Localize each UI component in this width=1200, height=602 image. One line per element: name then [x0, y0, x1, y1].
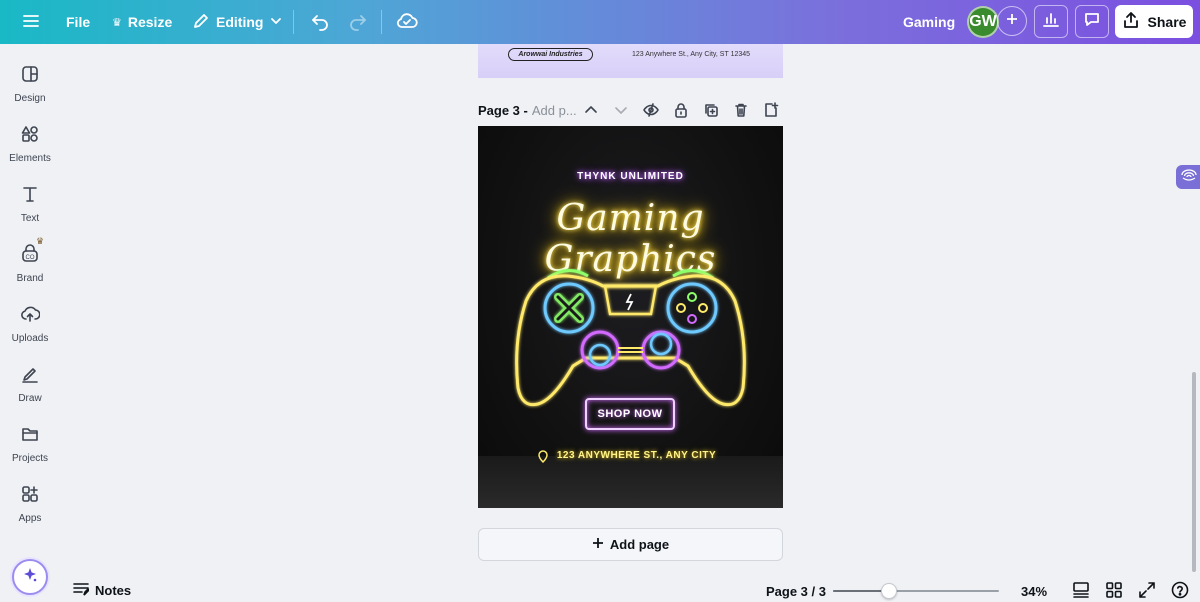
crown-icon: ♛ — [112, 16, 122, 29]
sparkle-icon — [21, 566, 39, 589]
chevron-down-icon — [269, 14, 283, 31]
file-label: File — [66, 14, 91, 30]
previous-page-preview[interactable]: Arowwai Industries 123 Anywhere St., Any… — [478, 44, 783, 78]
company-name: Arowwai Industries — [518, 51, 583, 58]
sidebar-item-label: Draw — [18, 393, 42, 404]
page-title-input[interactable]: Add p... — [532, 103, 577, 118]
trash-icon[interactable] — [733, 102, 749, 118]
hide-page-icon[interactable] — [643, 102, 659, 118]
sidebar-item-projects[interactable]: Projects — [0, 414, 60, 466]
fullscreen-icon[interactable] — [1138, 581, 1156, 599]
apps-icon — [20, 484, 40, 507]
notes-button[interactable]: Notes — [73, 582, 131, 599]
sidebar-item-label: Uploads — [11, 333, 49, 344]
side-panel-tab[interactable] — [1176, 165, 1200, 189]
design-title[interactable]: Gaming — [903, 14, 955, 30]
sidebar-item-elements[interactable]: Elements — [0, 114, 60, 166]
shop-now-button[interactable]: SHOP NOW — [585, 398, 675, 430]
redo-button[interactable] — [340, 6, 376, 38]
add-page-icon[interactable] — [763, 102, 779, 118]
sidebar-item-label: Elements — [9, 153, 51, 164]
comment-icon — [1083, 10, 1101, 33]
add-page-label: Add page — [609, 537, 670, 552]
magic-assistant-button[interactable] — [12, 559, 48, 595]
page-count[interactable]: Page 3 / 3 — [766, 584, 826, 599]
sidebar-item-uploads[interactable]: Uploads — [0, 294, 60, 346]
cloud-upload-icon — [20, 304, 41, 327]
zoom-slider-thumb[interactable] — [881, 583, 897, 599]
sidebar-item-label: Apps — [18, 513, 42, 524]
notes-label: Notes — [95, 583, 132, 598]
sidebar-item-draw[interactable]: Draw — [0, 354, 60, 406]
design-page-canvas[interactable]: THYNK UNLIMITED Gaming Graphics SHOP NOW… — [478, 126, 783, 508]
zoom-level[interactable]: 34% — [1021, 584, 1047, 599]
plus-icon — [1005, 12, 1019, 31]
undo-button[interactable] — [302, 6, 338, 38]
layout-icon — [20, 64, 40, 87]
chevron-up-icon[interactable] — [583, 102, 599, 118]
redo-icon — [348, 11, 368, 34]
fingerprint-icon — [1180, 168, 1198, 187]
top-bar: File ♛ Resize Editing Gaming GW Share — [0, 0, 1200, 44]
crown-icon: ♛ — [36, 236, 45, 246]
main-menu-button[interactable] — [14, 6, 48, 38]
file-menu-button[interactable]: File — [58, 6, 98, 38]
sidebar-item-apps[interactable]: Apps — [0, 474, 60, 526]
comments-button[interactable] — [1075, 5, 1109, 38]
sidebar-item-label: Design — [14, 93, 46, 104]
plus-icon — [592, 537, 604, 552]
vertical-scrollbar[interactable] — [1192, 372, 1196, 572]
pen-icon — [20, 364, 40, 387]
company-pill: Arowwai Industries — [508, 48, 593, 61]
poster-address[interactable]: 123 ANYWHERE ST., ANY CITY — [478, 450, 783, 461]
chevron-down-icon[interactable] — [613, 102, 629, 118]
sidebar-item-text[interactable]: Text — [0, 174, 60, 226]
company-address: 123 Anywhere St., Any City, ST 12345 — [632, 51, 751, 58]
sidebar-item-design[interactable]: Design — [0, 54, 60, 106]
sidebar-item-label: Projects — [11, 453, 49, 464]
share-label: Share — [1147, 13, 1187, 30]
pencil-icon — [192, 12, 210, 33]
shop-now-label: SHOP NOW — [597, 408, 663, 420]
bar-chart-icon — [1042, 10, 1060, 33]
add-page-button[interactable]: Add page — [478, 528, 783, 561]
cloud-save-status[interactable] — [388, 6, 426, 38]
bottom-bar: Notes Page 3 / 3 34% — [60, 578, 1200, 602]
duplicate-icon[interactable] — [703, 102, 719, 118]
undo-icon — [310, 11, 330, 34]
invite-button[interactable] — [997, 6, 1027, 36]
resize-label: Resize — [127, 14, 173, 30]
text-icon — [20, 184, 40, 207]
svg-text:CO: CO — [26, 255, 35, 261]
editing-mode-button[interactable]: Editing — [184, 6, 291, 38]
toolbar-divider — [381, 10, 382, 34]
share-icon — [1122, 11, 1140, 32]
lock-icon[interactable] — [673, 102, 689, 118]
sidebar-item-label: Brand — [16, 273, 44, 284]
cloud-check-icon — [396, 12, 418, 33]
share-button[interactable]: Share — [1115, 5, 1193, 38]
help-icon[interactable] — [1171, 581, 1189, 599]
avatar[interactable]: GW — [967, 6, 999, 38]
hamburger-icon — [22, 12, 40, 33]
sidebar-item-label: Text — [20, 213, 40, 224]
resize-button[interactable]: ♛ Resize — [104, 6, 180, 38]
zoom-slider[interactable] — [833, 583, 999, 599]
avatar-initials: GW — [969, 13, 997, 30]
insights-button[interactable] — [1034, 5, 1068, 38]
toolbar-divider — [293, 10, 294, 34]
editing-label: Editing — [216, 14, 264, 30]
left-sidebar: Design Elements Text CO ♛ Brand Uploads … — [0, 44, 60, 602]
poster-address-text: 123 ANYWHERE ST., ANY CITY — [556, 450, 717, 461]
page-header: Page 3 - Add p... — [478, 100, 783, 120]
grid-view-icon[interactable] — [1105, 581, 1123, 599]
shapes-icon — [20, 124, 40, 147]
notes-icon — [73, 582, 91, 599]
page-view-icon[interactable] — [1072, 581, 1090, 599]
brand-icon: CO ♛ — [20, 236, 44, 267]
folder-icon — [20, 424, 40, 447]
page-title: Page 3 - — [478, 102, 528, 118]
sidebar-item-brand[interactable]: CO ♛ Brand — [0, 234, 60, 286]
